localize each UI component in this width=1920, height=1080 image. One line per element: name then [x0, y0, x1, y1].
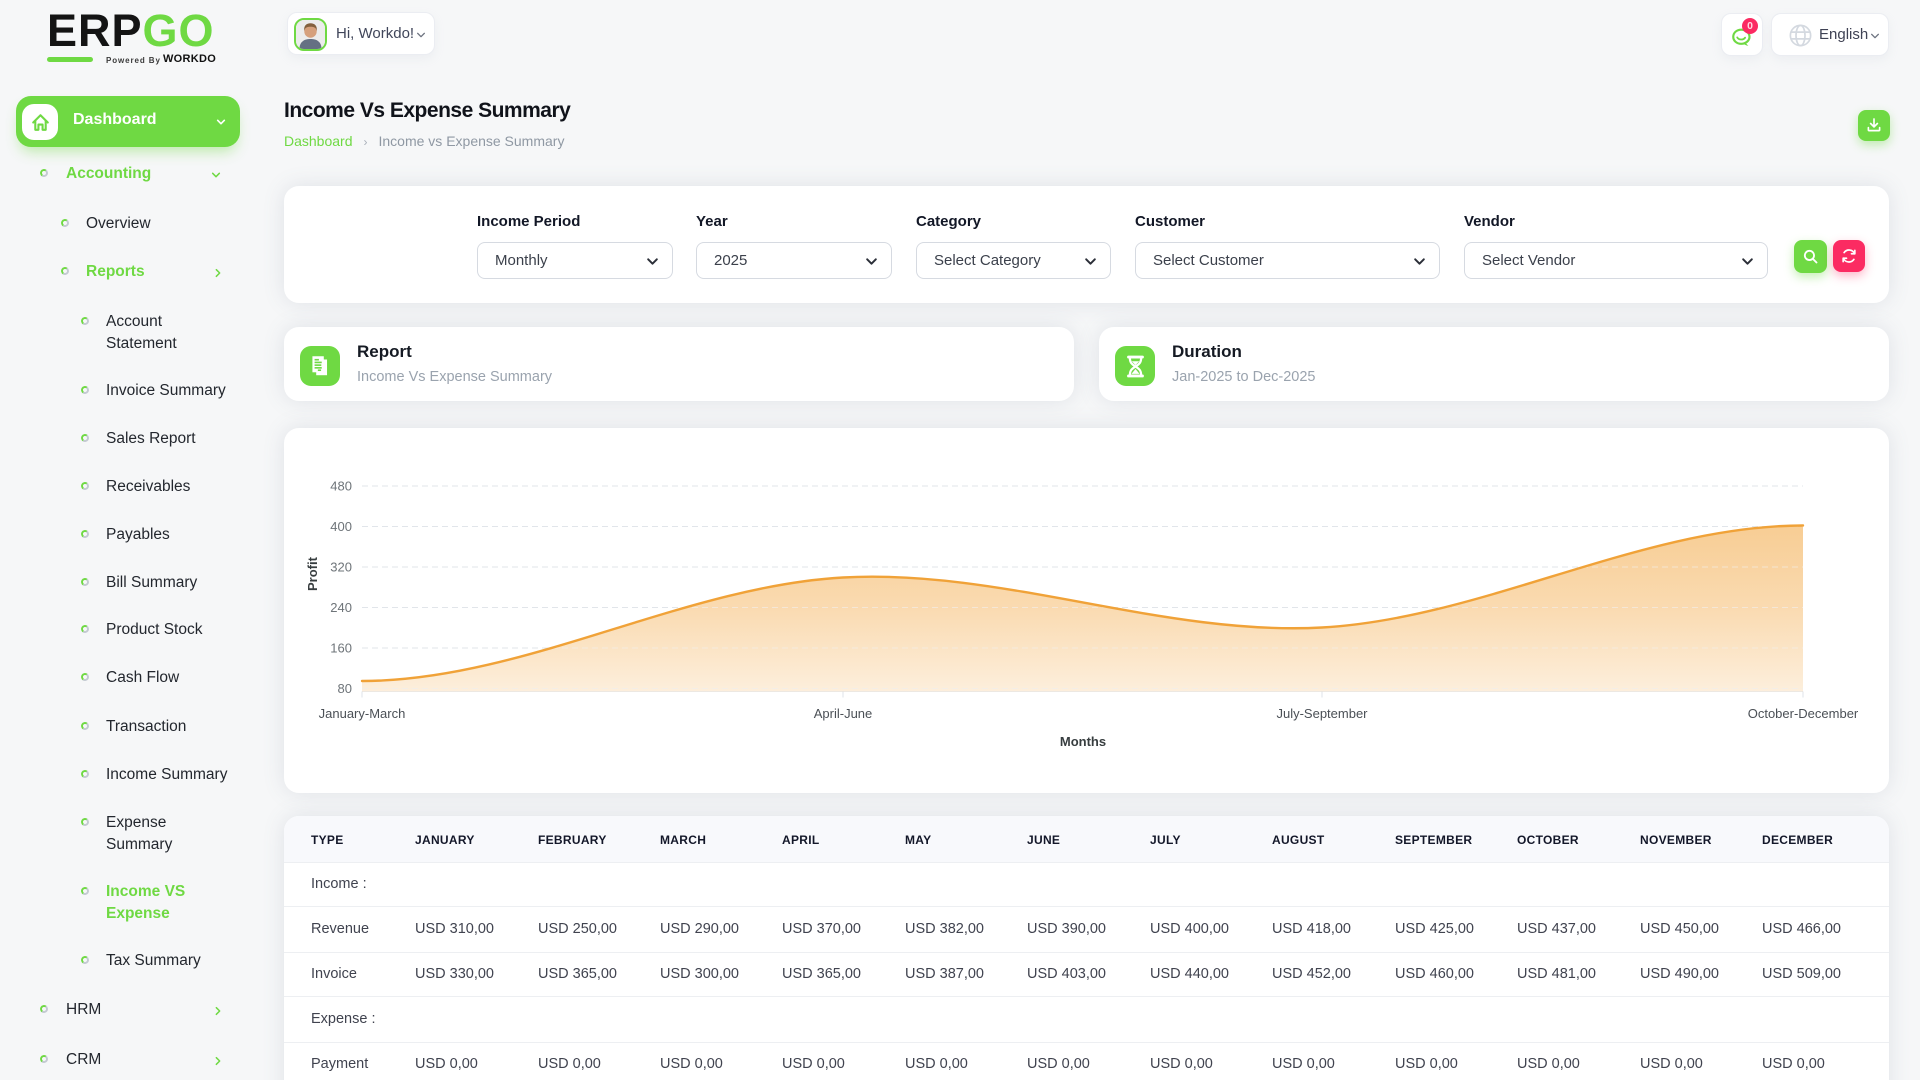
svg-text:Months: Months	[1060, 734, 1106, 749]
svg-text:160: 160	[330, 641, 352, 656]
svg-text:January-March: January-March	[319, 706, 406, 721]
svg-text:400: 400	[330, 519, 352, 534]
svg-text:240: 240	[330, 600, 352, 615]
svg-text:320: 320	[330, 560, 352, 575]
svg-text:April-June: April-June	[814, 706, 873, 721]
svg-text:October-December: October-December	[1748, 706, 1859, 721]
svg-text:Profit: Profit	[305, 556, 320, 591]
svg-text:July-September: July-September	[1276, 706, 1368, 721]
svg-text:80: 80	[338, 681, 352, 696]
svg-text:480: 480	[330, 479, 352, 494]
